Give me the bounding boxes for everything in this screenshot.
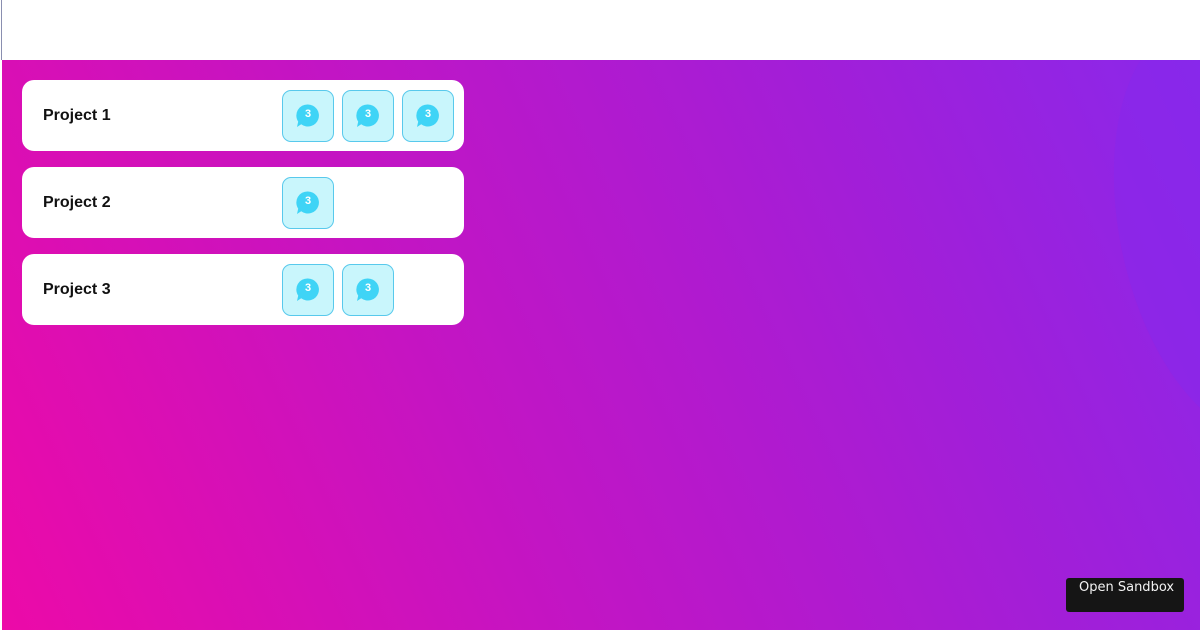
chat-bubble-icon: 3 — [355, 103, 381, 129]
comment-count: 3 — [304, 107, 312, 120]
chat-bubble-icon: 3 — [415, 103, 441, 129]
comment-tile[interactable]: 3 — [402, 89, 454, 142]
project-card: Project 3 3 3 — [22, 254, 464, 325]
background-swoosh — [1078, 60, 1200, 459]
comment-count: 3 — [424, 107, 432, 120]
chat-bubble-icon: 3 — [295, 190, 321, 216]
project-list: Project 1 3 3 3 Project 2 3 Project 3 3 … — [22, 80, 464, 325]
project-card: Project 2 3 — [22, 167, 464, 238]
project-title: Project 1 — [43, 106, 111, 124]
gradient-canvas: Project 1 3 3 3 Project 2 3 Project 3 3 … — [2, 60, 1200, 630]
comment-count: 3 — [364, 107, 372, 120]
left-edge-divider — [1, 0, 2, 60]
open-sandbox-button[interactable]: Open Sandbox — [1066, 578, 1184, 612]
comment-tile[interactable]: 3 — [282, 176, 334, 229]
chat-bubble-icon: 3 — [355, 277, 381, 303]
project-card: Project 1 3 3 3 — [22, 80, 464, 151]
project-tiles: 3 3 3 — [282, 89, 454, 142]
chat-bubble-icon: 3 — [295, 277, 321, 303]
comment-count: 3 — [364, 281, 372, 294]
comment-count: 3 — [304, 281, 312, 294]
page: Project 1 3 3 3 Project 2 3 Project 3 3 … — [0, 0, 1200, 630]
project-title: Project 3 — [43, 280, 111, 298]
project-tiles: 3 — [282, 176, 334, 229]
comment-tile[interactable]: 3 — [342, 89, 394, 142]
comment-tile[interactable]: 3 — [282, 89, 334, 142]
chat-bubble-icon: 3 — [295, 103, 321, 129]
top-bar — [0, 0, 1200, 60]
comment-count: 3 — [304, 194, 312, 207]
project-title: Project 2 — [43, 193, 111, 211]
comment-tile[interactable]: 3 — [342, 263, 394, 316]
comment-tile[interactable]: 3 — [282, 263, 334, 316]
project-tiles: 3 3 — [282, 263, 394, 316]
